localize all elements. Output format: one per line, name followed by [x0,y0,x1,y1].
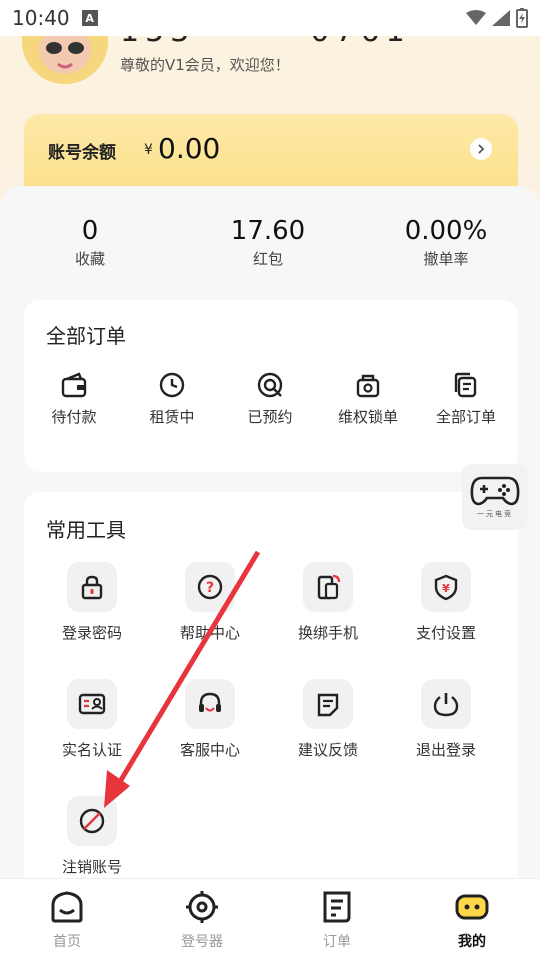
status-indicators [466,8,528,28]
tool-payment-settings[interactable]: ¥ 支付设置 [401,562,491,643]
battery-icon [516,8,528,28]
tool-logout[interactable]: 退出登录 [401,679,491,760]
status-time: 10:40 [12,6,70,30]
order-reserved[interactable]: 已预约 [230,370,310,427]
tool-label: 退出登录 [415,741,476,759]
svg-text:?: ? [206,580,214,596]
feedback-icon [303,679,353,729]
cancel-account-icon [67,796,117,846]
stats-row: 0 收藏 17.60 红包 0.00% 撤单率 [0,216,540,276]
balance-label: 账号余额 [48,143,116,163]
orders-title: 全部订单 [46,324,126,348]
tool-login-password[interactable]: 登录密码 [47,562,137,643]
notification-icon: A [81,10,98,26]
clock-icon [159,372,185,398]
tools-title: 常用工具 [46,518,126,542]
id-card-icon [67,679,117,729]
game-float-widget[interactable]: 一元电竞 [462,464,528,530]
copy-list-icon [454,372,477,398]
tool-label: 换绑手机 [297,624,358,642]
profile-icon [455,894,489,920]
reserve-icon [257,372,283,398]
tool-label: 建议反馈 [297,741,358,759]
main-panel: 0 收藏 17.60 红包 0.00% 撤单率 全部订单 待付款 租赁中 已预约… [0,186,540,912]
headset-icon [185,679,235,729]
bottom-nav: 首页 登号器 订单 我的 [0,878,540,960]
stat-label: 红包 [252,250,283,268]
order-label: 维权锁单 [337,408,398,426]
order-label: 已预约 [247,408,293,426]
game-widget-caption: 一元电竞 [477,510,513,518]
nav-login-tool[interactable]: 登号器 [157,889,247,951]
tool-label: 客服中心 [179,741,240,759]
order-pending-payment[interactable]: 待付款 [34,370,114,427]
tool-cancel-account[interactable]: 注销账号 [47,796,137,877]
tools-card: 常用工具 登录密码 ? 帮助中心 换绑手机 ¥ 支付设置 实名认证 客服中心 建… [24,492,518,912]
tool-label: 注销账号 [61,858,122,876]
nav-label: 首页 [53,934,81,950]
nav-label: 登号器 [181,934,223,950]
padlock-icon [67,562,117,612]
stat-favorites[interactable]: 0 收藏 [20,216,160,269]
wallet-icon [61,372,87,398]
nav-home[interactable]: 首页 [22,889,112,951]
stat-red-packet[interactable]: 17.60 红包 [198,216,338,269]
order-label: 租赁中 [149,408,195,426]
tool-label: 支付设置 [415,624,476,642]
chevron-right-icon[interactable] [470,138,492,160]
tool-customer-service[interactable]: 客服中心 [165,679,255,760]
payment-shield-icon: ¥ [421,562,471,612]
nav-orders[interactable]: 订单 [292,889,382,951]
balance-currency: ¥ [144,142,153,158]
svg-text:¥: ¥ [442,582,450,595]
nav-label: 订单 [323,934,351,950]
lock-bag-icon [356,374,380,398]
gamepad-icon [470,476,520,506]
tool-real-name[interactable]: 实名认证 [47,679,137,760]
tool-change-phone[interactable]: 换绑手机 [283,562,373,643]
order-icon [323,891,351,923]
tool-label: 帮助中心 [179,624,240,642]
tool-label: 登录密码 [61,624,122,642]
home-icon [51,891,83,923]
balance-amount: 0.00 [158,132,221,165]
stat-value: 0 [81,216,99,246]
power-icon [421,679,471,729]
stat-label: 撤单率 [423,250,469,268]
signal-icon [492,10,510,26]
order-renting[interactable]: 租赁中 [132,370,212,427]
order-label: 全部订单 [435,408,496,426]
status-bar: 10:40 A [0,0,540,36]
tool-help-center[interactable]: ? 帮助中心 [165,562,255,643]
stat-value: 0.00% [404,216,488,246]
order-dispute-lock[interactable]: 维权锁单 [328,370,408,427]
orders-card: 全部订单 待付款 租赁中 已预约 维权锁单 全部订单 [24,300,518,472]
stat-cancel-rate[interactable]: 0.00% 撤单率 [376,216,516,269]
tool-feedback[interactable]: 建议反馈 [283,679,373,760]
user-welcome: 尊敬的V1会员，欢迎您！ [120,56,290,74]
stat-value: 17.60 [230,216,306,246]
nav-profile[interactable]: 我的 [427,889,517,951]
help-icon: ? [185,562,235,612]
tool-label: 实名认证 [61,741,122,759]
phone-switch-icon [303,562,353,612]
login-tool-icon [186,891,218,923]
order-all[interactable]: 全部订单 [426,370,506,427]
wifi-icon [466,10,486,25]
order-label: 待付款 [51,408,97,426]
nav-label: 我的 [458,934,486,950]
stat-label: 收藏 [74,250,105,268]
